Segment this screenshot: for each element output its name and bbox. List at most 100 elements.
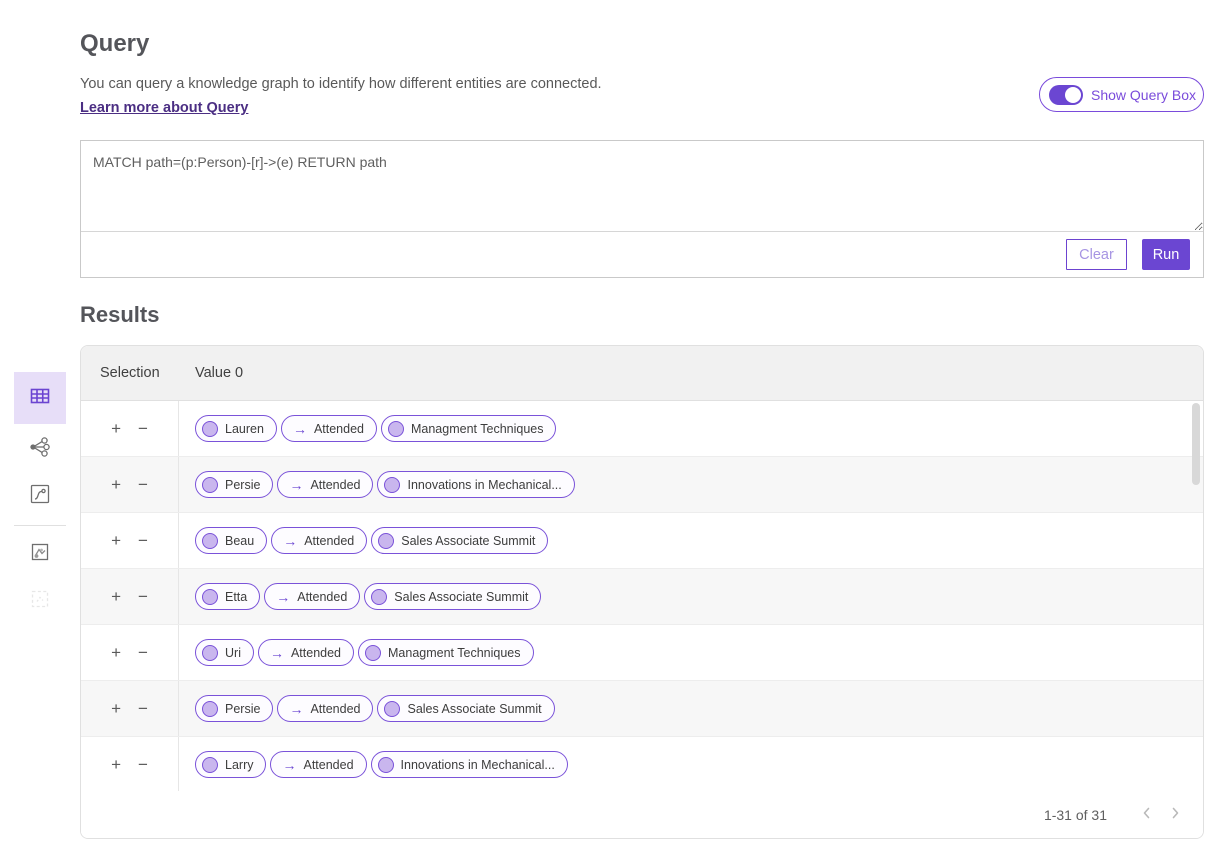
node-icon	[378, 757, 394, 773]
edge-label: Attended	[297, 590, 347, 604]
node-icon	[371, 589, 387, 605]
add-selection-button[interactable]: +	[109, 642, 123, 663]
sidebar-item-schema-view[interactable]	[14, 532, 66, 576]
sidebar-item-table-view[interactable]	[14, 372, 66, 424]
arrow-right-icon: →	[276, 590, 290, 604]
node-chip[interactable]: Managment Techniques	[358, 639, 534, 666]
edge-label: Attended	[291, 646, 341, 660]
results-scrollbar[interactable]	[1192, 403, 1200, 485]
node-chip[interactable]: Innovations in Mechanical...	[377, 471, 574, 498]
table-row: + − Uri → Attended Managment Techniques	[81, 625, 1203, 681]
add-selection-button[interactable]: +	[109, 418, 123, 439]
table-row: + − Lauren →Attended Managment Technique…	[81, 401, 1203, 457]
node-label: Uri	[225, 646, 241, 660]
node-icon	[202, 533, 218, 549]
sidebar-item-graph-view[interactable]	[14, 427, 66, 471]
selection-cell: + −	[81, 457, 179, 512]
learn-more-link[interactable]: Learn more about Query	[80, 100, 248, 116]
edge-chip[interactable]: →Attended	[277, 471, 373, 498]
add-selection-button[interactable]: +	[109, 530, 123, 551]
remove-selection-button[interactable]: −	[136, 418, 150, 439]
node-icon	[202, 645, 218, 661]
node-chip[interactable]: Etta	[195, 583, 260, 610]
node-chip[interactable]: Beau	[195, 527, 267, 554]
clear-button[interactable]: Clear	[1066, 239, 1127, 270]
node-chip[interactable]: Lauren	[195, 415, 277, 442]
chevron-left-icon	[1139, 805, 1155, 824]
pagination-next-button[interactable]	[1161, 801, 1189, 829]
edge-chip[interactable]: →Attended	[277, 695, 373, 722]
add-selection-button[interactable]: +	[109, 474, 123, 495]
remove-selection-button[interactable]: −	[136, 586, 150, 607]
path-cell: Uri → Attended Managment Techniques	[179, 625, 1203, 680]
schema-icon	[29, 541, 51, 568]
node-chip[interactable]: Persie	[195, 695, 273, 722]
arrow-right-icon: →	[283, 534, 297, 548]
node-chip[interactable]: Sales Associate Summit	[364, 583, 541, 610]
node-chip[interactable]: Uri	[195, 639, 254, 666]
view-switcher-rail	[14, 372, 66, 623]
rail-divider	[14, 525, 66, 526]
toggle-label: Show Query Box	[1091, 87, 1196, 103]
node-chip[interactable]: Larry	[195, 751, 266, 778]
column-header-selection: Selection	[81, 365, 179, 381]
remove-selection-button[interactable]: −	[136, 474, 150, 495]
node-label: Lauren	[225, 422, 264, 436]
table-row: + − Persie →Attended Sales Associate Sum…	[81, 681, 1203, 737]
edge-chip[interactable]: →Attended	[271, 527, 367, 554]
remove-selection-button[interactable]: −	[136, 698, 150, 719]
node-icon	[384, 477, 400, 493]
node-label: Persie	[225, 702, 260, 716]
results-title: Results	[80, 302, 159, 328]
show-query-box-toggle[interactable]: Show Query Box	[1039, 77, 1204, 112]
remove-selection-button[interactable]: −	[136, 754, 150, 775]
results-table: Selection Value 0 + − Lauren →Attended M…	[80, 345, 1204, 839]
remove-selection-button[interactable]: −	[136, 530, 150, 551]
node-label: Etta	[225, 590, 247, 604]
node-chip[interactable]: Managment Techniques	[381, 415, 557, 442]
edge-chip[interactable]: → Attended	[258, 639, 354, 666]
edge-label: Attended	[310, 478, 360, 492]
table-row: + − Beau →Attended Sales Associate Summi…	[81, 513, 1203, 569]
node-label: Sales Associate Summit	[401, 534, 535, 548]
selection-cell: + −	[81, 681, 179, 736]
node-chip[interactable]: Sales Associate Summit	[377, 695, 554, 722]
sidebar-item-disabled-view	[14, 579, 66, 623]
table-row: + − Persie →Attended Innovations in Mech…	[81, 457, 1203, 513]
add-selection-button[interactable]: +	[109, 586, 123, 607]
selection-cell: + −	[81, 401, 179, 456]
node-label: Innovations in Mechanical...	[401, 758, 555, 772]
path-cell: Lauren →Attended Managment Techniques	[179, 401, 1203, 456]
table-header-row: Selection Value 0	[81, 346, 1203, 401]
arrow-right-icon: →	[293, 422, 307, 436]
pagination-prev-button[interactable]	[1133, 801, 1161, 829]
node-label: Innovations in Mechanical...	[407, 478, 561, 492]
remove-selection-button[interactable]: −	[136, 642, 150, 663]
edge-label: Attended	[310, 702, 360, 716]
node-chip[interactable]: Innovations in Mechanical...	[371, 751, 568, 778]
node-chip[interactable]: Persie	[195, 471, 273, 498]
query-input[interactable]: MATCH path=(p:Person)-[r]->(e) RETURN pa…	[81, 141, 1203, 232]
edge-chip[interactable]: →Attended	[281, 415, 377, 442]
run-button[interactable]: Run	[1142, 239, 1190, 270]
path-cell: Etta → Attended Sales Associate Summit	[179, 569, 1203, 624]
node-label: Beau	[225, 534, 254, 548]
node-label: Persie	[225, 478, 260, 492]
add-selection-button[interactable]: +	[109, 698, 123, 719]
add-selection-button[interactable]: +	[109, 754, 123, 775]
column-header-value: Value 0	[179, 365, 243, 381]
node-label: Managment Techniques	[388, 646, 521, 660]
path-cell: Beau →Attended Sales Associate Summit	[179, 513, 1203, 568]
node-icon	[378, 533, 394, 549]
dashed-square-icon	[29, 588, 51, 615]
node-chip[interactable]: Sales Associate Summit	[371, 527, 548, 554]
toggle-switch-icon[interactable]	[1049, 85, 1083, 105]
pagination-range-label: 1-31 of 31	[1044, 807, 1107, 823]
selection-cell: + −	[81, 569, 179, 624]
edge-chip[interactable]: →Attended	[270, 751, 366, 778]
sidebar-item-chart-view[interactable]	[14, 474, 66, 518]
arrow-right-icon: →	[270, 646, 284, 660]
node-icon	[365, 645, 381, 661]
path-cell: Persie →Attended Sales Associate Summit	[179, 681, 1203, 736]
edge-chip[interactable]: → Attended	[264, 583, 360, 610]
